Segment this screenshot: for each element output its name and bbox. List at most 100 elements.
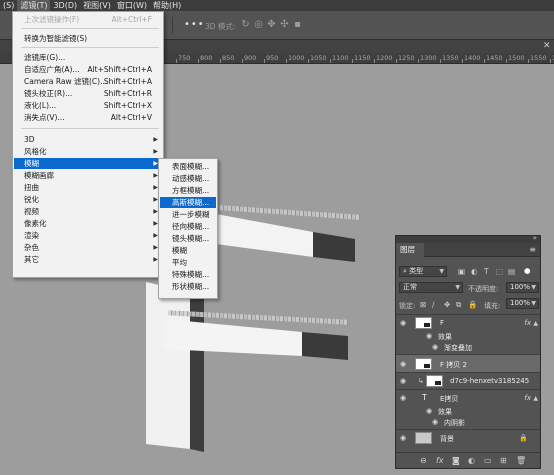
- menu-item-blur-gallery[interactable]: 模糊画廊 ▶: [14, 170, 162, 181]
- layer-row[interactable]: ◉ 背景 🔒: [396, 429, 540, 445]
- menu-item-other[interactable]: 其它 ▶: [14, 254, 162, 265]
- visibility-eye-icon[interactable]: ◉: [400, 360, 406, 368]
- ruler-tick: [484, 59, 485, 63]
- effect-name: 渐变叠加: [444, 344, 472, 352]
- lock-label: 锁定:: [399, 302, 416, 310]
- layer-row-selected[interactable]: ◉ F 拷贝 2: [396, 354, 540, 372]
- menu-item-convert-smart-filter[interactable]: 转换为智能滤镜(S): [14, 33, 162, 44]
- visibility-eye-icon[interactable]: ◉: [426, 407, 432, 415]
- menu-item-vanishing-point[interactable]: 消失点(V)... Alt+Ctrl+V: [14, 112, 162, 123]
- visibility-eye-icon[interactable]: ◉: [400, 377, 406, 385]
- delete-layer-icon[interactable]: 🗑: [516, 456, 526, 465]
- submenu-item-lens-blur[interactable]: 镜头模糊...: [160, 233, 216, 244]
- add-style-icon[interactable]: fx: [436, 456, 444, 465]
- lock-image-icon[interactable]: ∕: [432, 300, 435, 309]
- layer-effect-row[interactable]: ◉ 内阴影: [396, 416, 540, 427]
- menu-item-stylize[interactable]: 风格化 ▶: [14, 146, 162, 157]
- filter-shape-icon[interactable]: ⬚: [496, 267, 503, 276]
- menu-3d[interactable]: 3D(D): [50, 0, 80, 11]
- menu-help[interactable]: 帮助(H): [150, 0, 184, 11]
- panel-menu-icon[interactable]: ≡: [529, 245, 536, 254]
- menu-item-render[interactable]: 渲染 ▶: [14, 230, 162, 241]
- submenu-item-surface-blur[interactable]: 表面模糊...: [160, 161, 216, 172]
- ruler-tick: [528, 59, 529, 63]
- submenu-item-motion-blur[interactable]: 动感模糊...: [160, 173, 216, 184]
- layer-row[interactable]: ◉ ↳ d7c9-henxetv3185245: [396, 372, 540, 389]
- blend-mode-select[interactable]: 正常 ▼: [399, 282, 463, 293]
- menu-window[interactable]: 窗口(W): [114, 0, 150, 11]
- pan-icon[interactable]: ✥: [266, 19, 277, 30]
- fill-label: 填充:: [484, 302, 501, 310]
- tab-layers[interactable]: 图层: [396, 243, 424, 257]
- submenu-item-smart-blur[interactable]: 特殊模糊...: [160, 269, 216, 280]
- visibility-eye-icon[interactable]: ◉: [432, 418, 438, 426]
- menu-item-liquify[interactable]: 液化(L)... Shift+Ctrl+X: [14, 100, 162, 111]
- ruler-tick-label: 1200: [376, 54, 393, 62]
- layer-effects-icon[interactable]: fx: [524, 394, 531, 402]
- visibility-eye-icon[interactable]: ◉: [432, 343, 438, 351]
- menu-item-blur[interactable]: 模糊 ▶: [14, 158, 162, 169]
- scale-icon[interactable]: ▪: [292, 19, 303, 30]
- menu-item-adaptive-wide-angle[interactable]: 自适应广角(A)... Alt+Shift+Ctrl+A: [14, 64, 162, 75]
- link-layers-icon[interactable]: ⊖: [420, 456, 427, 465]
- layer-name: E拷贝: [440, 395, 459, 403]
- new-layer-icon[interactable]: ⊞: [500, 456, 507, 465]
- expand-effects-icon[interactable]: ▲: [533, 395, 538, 402]
- menu-item-filter-gallery[interactable]: 滤镜库(G)...: [14, 52, 162, 63]
- layers-panel-footer: ⊖ fx ◙ ◐ ▭ ⊞ 🗑: [396, 452, 540, 468]
- layer-effect-row[interactable]: ◉ 渐变叠加: [396, 341, 540, 352]
- lock-transparent-icon[interactable]: ⊠: [420, 300, 426, 309]
- visibility-eye-icon[interactable]: ◉: [400, 434, 406, 442]
- menu-view[interactable]: 视图(V): [80, 0, 114, 11]
- lock-position-icon[interactable]: ✥: [444, 300, 450, 309]
- close-icon[interactable]: ✕: [543, 41, 551, 51]
- filter-adjustment-icon[interactable]: ◐: [471, 267, 478, 276]
- collapse-icon[interactable]: »: [533, 234, 537, 242]
- roll-icon[interactable]: ◎: [253, 19, 264, 30]
- submenu-item-box-blur[interactable]: 方框模糊...: [160, 185, 216, 196]
- filter-pixel-icon[interactable]: ▣: [458, 267, 465, 276]
- filter-toggle-icon[interactable]: ●: [524, 266, 531, 275]
- layer-effects-icon[interactable]: fx: [524, 319, 531, 327]
- visibility-eye-icon[interactable]: ◉: [400, 319, 406, 327]
- expand-effects-icon[interactable]: ▲: [533, 320, 538, 327]
- layer-effect-row[interactable]: ◉ 效果: [396, 405, 540, 416]
- add-mask-icon[interactable]: ◙: [452, 456, 460, 465]
- menu-select[interactable]: (S): [0, 0, 17, 11]
- menu-item-lens-correction[interactable]: 镜头校正(R)... Shift+Ctrl+R: [14, 88, 162, 99]
- layer-row[interactable]: ◉ F fx ▲: [396, 314, 540, 330]
- submenu-item-radial-blur[interactable]: 径向模糊...: [160, 221, 216, 232]
- visibility-eye-icon[interactable]: ◉: [400, 394, 406, 402]
- menu-filter[interactable]: 滤镜(T): [17, 0, 51, 11]
- menu-item-noise[interactable]: 杂色 ▶: [14, 242, 162, 253]
- menu-item-camera-raw[interactable]: Camera Raw 滤镜(C)... Shift+Ctrl+A: [14, 76, 162, 87]
- new-group-icon[interactable]: ▭: [484, 456, 492, 465]
- layer-row[interactable]: ◉ T E拷贝 fx ▲: [396, 389, 540, 405]
- opacity-input[interactable]: 100% ▼: [506, 282, 539, 293]
- menu-item-pixelate[interactable]: 像素化 ▶: [14, 218, 162, 229]
- filter-smart-object-icon[interactable]: ▤: [508, 267, 515, 276]
- filter-type-icon[interactable]: T: [484, 267, 489, 276]
- more-options-button[interactable]: •••: [184, 19, 205, 30]
- adjustment-layer-icon[interactable]: ◐: [468, 456, 475, 465]
- lock-artboard-icon[interactable]: ⧉: [456, 300, 461, 310]
- submenu-item-gaussian-blur[interactable]: 高斯模糊...: [160, 197, 216, 208]
- layer-thumbnail: [415, 358, 432, 370]
- letter-stem-front: [146, 282, 190, 449]
- submenu-item-average[interactable]: 平均: [160, 257, 216, 268]
- menu-item-sharpen[interactable]: 锐化 ▶: [14, 194, 162, 205]
- layer-kind-filter[interactable]: ⌕ 类型 ▼: [399, 266, 447, 277]
- menu-item-video[interactable]: 视频 ▶: [14, 206, 162, 217]
- submenu-item-blur[interactable]: 模糊: [160, 245, 216, 256]
- ruler-tick: [440, 59, 441, 63]
- menu-item-3d[interactable]: 3D ▶: [14, 134, 162, 145]
- slide-icon[interactable]: ✣: [279, 19, 290, 30]
- submenu-item-blur-more[interactable]: 进一步模糊: [160, 209, 216, 220]
- menu-item-distort[interactable]: 扭曲 ▶: [14, 182, 162, 193]
- submenu-item-shape-blur[interactable]: 形状模糊...: [160, 281, 216, 292]
- orbit-icon[interactable]: ↻: [240, 19, 251, 30]
- visibility-eye-icon[interactable]: ◉: [426, 332, 432, 340]
- lock-all-icon[interactable]: 🔒: [468, 300, 477, 309]
- layer-effect-row[interactable]: ◉ 效果: [396, 330, 540, 341]
- fill-input[interactable]: 100% ▼: [506, 298, 539, 309]
